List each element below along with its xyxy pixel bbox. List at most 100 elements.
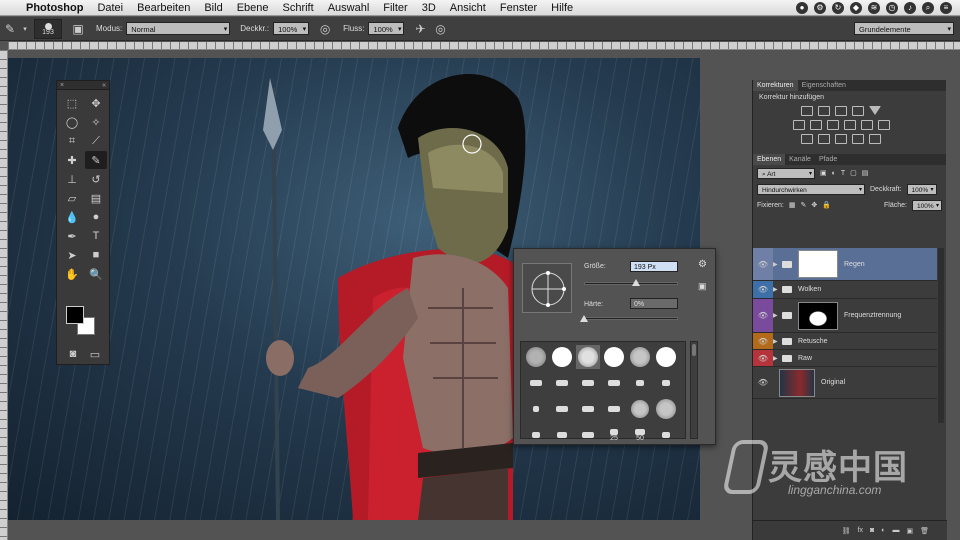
zoom-tool-icon[interactable]: 🔍: [85, 265, 107, 283]
brush-tip[interactable]: [550, 423, 574, 447]
filter-shape-icon[interactable]: ▢: [850, 169, 857, 177]
brush-tip[interactable]: [628, 371, 652, 395]
eyedropper-tool-icon[interactable]: ⟋: [85, 132, 107, 150]
exposure-icon[interactable]: [852, 106, 864, 116]
menu-datei[interactable]: Datei: [97, 2, 123, 14]
workspace-select[interactable]: Grundelemente: [854, 22, 954, 36]
vibrance-icon[interactable]: [869, 106, 881, 115]
tab-eigenschaften[interactable]: Eigenschaften: [798, 80, 850, 91]
brush-tip[interactable]: [602, 345, 626, 369]
layer-original[interactable]: 👁 Original: [753, 367, 937, 399]
tab-ebenen[interactable]: Ebenen: [753, 154, 786, 165]
expand-arrow-icon[interactable]: ▶: [773, 338, 782, 345]
wifi-icon[interactable]: ≋: [868, 1, 880, 14]
visibility-eye-icon[interactable]: 👁: [753, 333, 773, 349]
size-slider-thumb[interactable]: [631, 279, 640, 286]
filter-smart-icon[interactable]: ▤: [862, 169, 869, 177]
foreground-color-swatch[interactable]: [66, 306, 84, 324]
brush-tip[interactable]: [654, 371, 678, 395]
layer-mask-thumbnail[interactable]: [798, 301, 838, 330]
add-mask-icon[interactable]: ◙: [870, 527, 874, 534]
history-brush-tool-icon[interactable]: ↺: [85, 170, 107, 188]
healing-brush-tool-icon[interactable]: ✚: [61, 151, 83, 169]
layer-style-icon[interactable]: fx: [858, 527, 863, 534]
lock-position-icon[interactable]: ✥: [811, 201, 817, 209]
expand-arrow-icon[interactable]: ▶: [773, 355, 782, 362]
menu-hilfe[interactable]: Hilfe: [551, 2, 573, 14]
brush-angle-preview[interactable]: [522, 263, 572, 313]
rectangle-tool-icon[interactable]: ■: [85, 246, 107, 264]
size-input[interactable]: 193 Px: [630, 261, 678, 272]
move-tool-icon[interactable]: ✥: [85, 94, 107, 112]
menu-schrift[interactable]: Schrift: [283, 2, 314, 14]
link-layers-icon[interactable]: ⛓: [842, 527, 851, 535]
brush-tip-selected[interactable]: [576, 345, 600, 369]
brush-preset-picker[interactable]: 193: [34, 18, 62, 39]
crop-tool-icon[interactable]: ⌗: [61, 132, 83, 150]
path-selection-tool-icon[interactable]: ➤: [61, 246, 83, 264]
pen-tool-icon[interactable]: ✒: [61, 227, 83, 245]
color-balance-icon[interactable]: [810, 120, 822, 130]
marquee-tool-icon[interactable]: ⬚: [61, 94, 83, 112]
menu-fenster[interactable]: Fenster: [500, 2, 537, 14]
sound-icon[interactable]: ♪: [904, 1, 916, 14]
flow-input[interactable]: 100%: [368, 22, 405, 36]
lasso-tool-icon[interactable]: ◯: [61, 113, 83, 131]
type-tool-icon[interactable]: T: [85, 227, 107, 245]
brush-tip[interactable]: [524, 371, 548, 395]
screen-mode-icon[interactable]: ▭: [85, 345, 105, 363]
tools-panel-header[interactable]: × «: [57, 81, 109, 90]
delete-layer-icon[interactable]: 🗑: [920, 527, 929, 535]
layers-scrollbar[interactable]: [938, 248, 944, 423]
brush-tip[interactable]: [628, 397, 652, 421]
layer-thumbnail[interactable]: [779, 368, 815, 397]
quick-mask-icon[interactable]: ◙: [63, 345, 83, 363]
hand-tool-icon[interactable]: ✋: [61, 265, 83, 283]
quick-selection-tool-icon[interactable]: ✧: [85, 113, 107, 131]
clone-stamp-tool-icon[interactable]: ⊥: [61, 170, 83, 188]
expand-arrow-icon[interactable]: ▶: [773, 286, 782, 293]
dodge-tool-icon[interactable]: ●: [85, 208, 107, 226]
new-layer-icon[interactable]: ▣: [906, 527, 913, 535]
photo-filter-icon[interactable]: [844, 120, 856, 130]
menu-ansicht[interactable]: Ansicht: [450, 2, 486, 14]
airbrush-icon[interactable]: ✈: [410, 20, 430, 38]
layer-frequenztrennung[interactable]: 👁 ▶ Frequenztrennung: [753, 299, 937, 333]
brush-tip[interactable]: [524, 423, 548, 447]
brush-tip[interactable]: [576, 397, 600, 421]
mode-select[interactable]: Normal: [126, 22, 231, 36]
new-adjustment-icon[interactable]: ◐: [881, 527, 885, 534]
hardness-input[interactable]: 0%: [630, 298, 678, 309]
layer-opacity-input[interactable]: 100%: [906, 183, 937, 196]
tab-pfade[interactable]: Pfade: [815, 154, 841, 165]
visibility-eye-icon[interactable]: 👁: [753, 281, 773, 298]
record-icon[interactable]: ●: [796, 1, 808, 14]
menu-3d[interactable]: 3D: [422, 2, 436, 14]
pressure-opacity-icon[interactable]: ◎: [315, 20, 335, 38]
visibility-eye-icon[interactable]: 👁: [753, 350, 773, 366]
posterize-icon[interactable]: [818, 134, 830, 144]
toggle-brush-panel-icon[interactable]: ▣: [68, 20, 88, 38]
channel-mixer-icon[interactable]: [861, 120, 873, 130]
app-name-menu[interactable]: Photoshop: [26, 2, 83, 14]
brush-tip[interactable]: [524, 397, 548, 421]
notifications-icon[interactable]: ≡: [940, 1, 952, 14]
brush-tip[interactable]: [602, 397, 626, 421]
timemachine-icon[interactable]: ◷: [886, 1, 898, 14]
layer-regen[interactable]: 👁 ▶ Regen: [753, 248, 937, 281]
layer-filter-select[interactable]: ⌕ Art: [757, 167, 815, 180]
filter-pixel-icon[interactable]: ▣: [820, 169, 827, 177]
brightness-icon[interactable]: [801, 106, 813, 116]
brush-tip[interactable]: [576, 423, 600, 447]
brush-tool-icon[interactable]: ✎: [85, 151, 107, 169]
new-group-icon[interactable]: ▬: [892, 527, 899, 534]
pressure-size-icon[interactable]: ◎: [430, 20, 450, 38]
color-lookup-icon[interactable]: [878, 120, 890, 130]
menu-bild[interactable]: Bild: [204, 2, 222, 14]
brush-tip[interactable]: 25: [602, 423, 626, 447]
lock-transparency-icon[interactable]: ▦: [789, 201, 796, 209]
fill-input[interactable]: 100%: [912, 199, 942, 212]
eraser-tool-icon[interactable]: ▱: [61, 189, 83, 207]
new-preset-icon[interactable]: ▣: [698, 281, 707, 292]
filter-type-icon[interactable]: T: [841, 170, 845, 177]
